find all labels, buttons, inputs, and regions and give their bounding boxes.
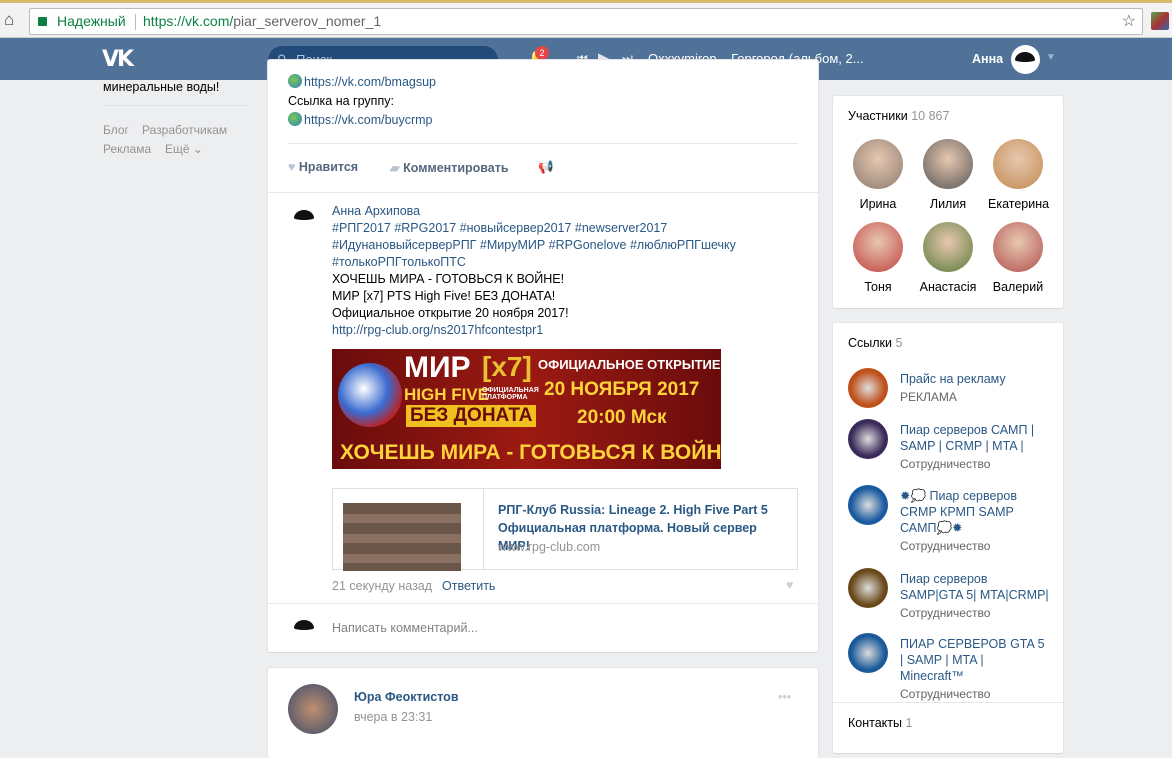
members-title[interactable]: Участники 10 867 xyxy=(848,109,949,123)
vk-logo[interactable]: VK xyxy=(102,47,134,72)
browser-toolbar: ⌂ Надежный https://vk.com/piar_serverov_… xyxy=(0,0,1172,38)
comment-text: Официальное открытие 20 ноября 2017! xyxy=(332,306,569,320)
link-more[interactable]: Ещё ⌄ xyxy=(165,142,203,156)
author-avatar[interactable] xyxy=(288,684,338,734)
link-subtitle: Сотрудничество xyxy=(900,606,991,620)
banner-image[interactable]: МИР [x7] HIGH FIVE ОФИЦИАЛЬНАЯ ПЛАТФОРМА… xyxy=(332,349,721,469)
member-avatar[interactable] xyxy=(993,139,1043,189)
link-subtitle: Сотрудничество xyxy=(900,457,991,471)
lock-icon xyxy=(38,17,47,26)
member-name[interactable]: Ирина xyxy=(848,197,908,211)
member-avatar[interactable] xyxy=(923,139,973,189)
address-bar[interactable]: Надежный https://vk.com/piar_serverov_no… xyxy=(29,8,1143,35)
link-title[interactable]: Пиар серверов САМП | SAMP | CRMP | MTA | xyxy=(900,422,1050,454)
post-card: Юра Феоктистов вчера в 23:31 ••• xyxy=(268,668,818,758)
post-author[interactable]: Юра Феоктистов xyxy=(354,690,459,704)
chevron-down-icon[interactable]: ▼ xyxy=(1046,52,1056,63)
hashtags[interactable]: #толькоРПГтолькоПТС xyxy=(332,255,466,269)
post-link-1[interactable]: https://vk.com/bmagsup xyxy=(288,74,436,89)
left-text: минеральные воды! xyxy=(103,80,220,94)
member-avatar[interactable] xyxy=(853,139,903,189)
contacts-title[interactable]: Контакты 1 xyxy=(848,716,912,730)
member-avatar[interactable] xyxy=(993,222,1043,272)
user-name[interactable]: Анна xyxy=(972,52,1003,66)
link-ads[interactable]: Реклама xyxy=(103,142,151,156)
home-icon[interactable]: ⌂ xyxy=(4,11,22,29)
url[interactable]: https://vk.com/piar_serverov_nomer_1 xyxy=(143,9,381,34)
comment-author-avatar[interactable] xyxy=(290,204,318,232)
link-title[interactable]: ПИАР СЕРВЕРОВ GTA 5 | SAMP | MTA | Minec… xyxy=(900,636,1050,684)
group-label: Ссылка на группу: xyxy=(288,94,394,108)
post-link-2[interactable]: https://vk.com/buycrmp xyxy=(288,112,433,127)
comment-icon: ▰ xyxy=(390,161,400,175)
user-avatar[interactable] xyxy=(1011,45,1040,74)
link-thumbnail xyxy=(343,503,461,571)
link-avatar[interactable] xyxy=(848,368,888,408)
heart-icon: ♥ xyxy=(288,160,296,174)
secure-label: Надежный xyxy=(57,13,126,29)
like-heart-icon[interactable]: ♥ xyxy=(786,578,793,592)
member-name[interactable]: Валерий xyxy=(988,280,1048,294)
comment-text: МИР [x7] PTS High Five! БЕЗ ДОНАТА! xyxy=(332,289,556,303)
link-avatar[interactable] xyxy=(848,633,888,673)
comment-text: ХОЧЕШЬ МИРА - ГОТОВЬСЯ К ВОЙНЕ! xyxy=(332,272,565,286)
link-developers[interactable]: Разработчикам xyxy=(142,123,227,137)
comment-time: 21 секунду назад xyxy=(332,579,433,593)
member-avatar[interactable] xyxy=(923,222,973,272)
reply-link[interactable]: Ответить xyxy=(442,579,495,593)
link-blog[interactable]: Блог xyxy=(103,123,129,137)
link-avatar[interactable] xyxy=(848,568,888,608)
links-block: Ссылки 5 Прайс на рекламу РЕКЛАМА Пиар сер… xyxy=(833,323,1063,753)
members-block: Участники 10 867 Ирина Лилия Екатерина Тоня… xyxy=(833,96,1063,308)
member-name[interactable]: Лилия xyxy=(918,197,978,211)
link-subtitle: РЕКЛАМА xyxy=(900,390,957,404)
link-avatar[interactable] xyxy=(848,419,888,459)
member-name[interactable]: Екатерина xyxy=(988,197,1049,211)
my-avatar xyxy=(290,614,318,642)
link-title[interactable]: Прайс на рекламу xyxy=(900,371,1050,387)
member-avatar[interactable] xyxy=(853,222,903,272)
links-title[interactable]: Ссылки 5 xyxy=(848,336,902,350)
comment-button[interactable]: ▰ Комментировать xyxy=(390,160,509,175)
share-icon[interactable]: 📢 xyxy=(538,160,554,175)
notification-badge: 2 xyxy=(535,46,549,60)
link-domain: www.rpg-club.com xyxy=(498,540,601,554)
link-subtitle: Сотрудничество xyxy=(900,539,991,553)
more-icon[interactable]: ••• xyxy=(778,690,791,704)
member-name[interactable]: Тоня xyxy=(848,280,908,294)
post-time: вчера в 23:31 xyxy=(354,710,433,724)
comment-author[interactable]: Анна Архипова xyxy=(332,204,420,218)
hashtags[interactable]: #ИдунановыйсерверРПГ #МирyМИР #RPGonelov… xyxy=(332,238,736,252)
bookmark-star-icon[interactable]: ☆ xyxy=(1122,9,1136,34)
extension-icon[interactable] xyxy=(1151,12,1169,30)
link-avatar[interactable] xyxy=(848,485,888,525)
link-preview[interactable]: РПГ-Клуб Russia: Lineage 2. High Five Pa… xyxy=(332,488,798,571)
link-title[interactable]: ✹💭 Пиар серверов CRMP КРМП SAMP САМП💭✹ xyxy=(900,488,1050,536)
link-title[interactable]: Пиар серверов SAMP|GTA 5| MTA|CRMP| xyxy=(900,571,1050,603)
comment-url[interactable]: http://rpg-club.org/ns2017hfcontestpr1 xyxy=(332,323,543,337)
like-button[interactable]: ♥ Нравится xyxy=(288,160,358,174)
member-name[interactable]: Анастасія xyxy=(918,280,978,294)
link-subtitle: Сотрудничество xyxy=(900,687,991,701)
hashtags[interactable]: #РПГ2017 #RPG2017 #новыйсервер2017 #news… xyxy=(332,221,667,235)
write-comment-input[interactable]: Написать комментарий... xyxy=(332,621,478,635)
